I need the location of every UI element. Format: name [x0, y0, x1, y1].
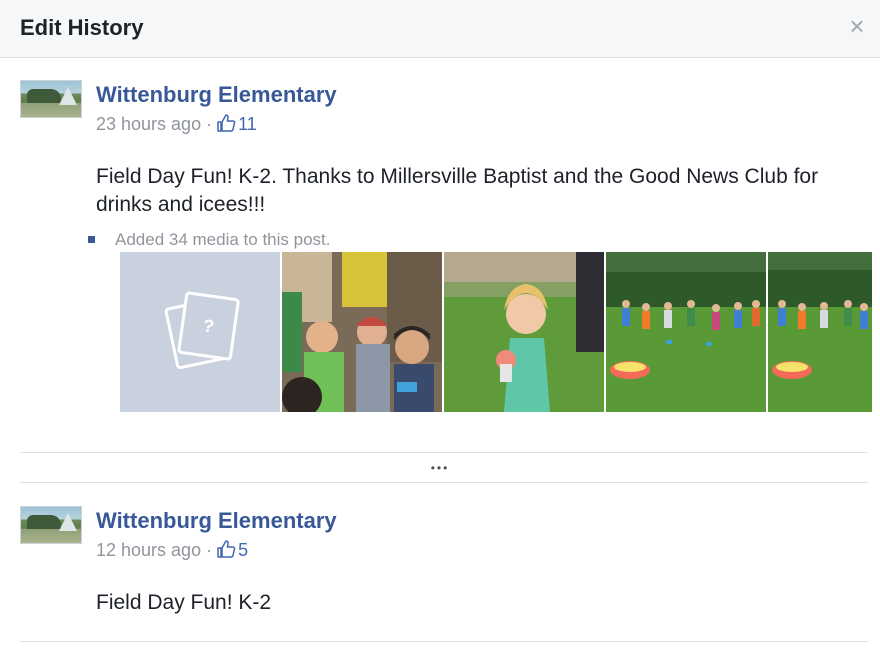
- media-photo-kids[interactable]: [282, 252, 442, 412]
- post-time[interactable]: 23 hours ago: [96, 114, 201, 134]
- dialog-header: Edit History ×: [0, 0, 880, 58]
- missing-photo-icon: ?: [164, 291, 240, 370]
- post-text: Field Day Fun! K-2. Thanks to Millersvil…: [96, 165, 819, 216]
- media-note-text: Added 34 media to this post.: [115, 230, 331, 249]
- post-time[interactable]: 12 hours ago: [96, 540, 201, 560]
- thumbs-up-icon: [216, 113, 236, 138]
- bullet-icon: [88, 236, 95, 243]
- like-count[interactable]: 5: [238, 540, 248, 560]
- thumbs-up-icon: [216, 539, 236, 564]
- avatar[interactable]: [20, 80, 82, 118]
- author-name[interactable]: Wittenburg Elementary: [96, 508, 337, 534]
- meta-separator: ·: [206, 540, 213, 560]
- revision-divider: [20, 482, 868, 483]
- avatar[interactable]: [20, 506, 82, 544]
- revision-divider: [20, 641, 868, 642]
- post-meta: 12 hours ago · 5: [96, 539, 248, 564]
- media-photo-field[interactable]: [606, 252, 766, 412]
- media-placeholder[interactable]: ?: [120, 252, 280, 412]
- close-icon[interactable]: ×: [846, 13, 868, 39]
- media-note: Added 34 media to this post.: [88, 230, 330, 250]
- media-photo-girl[interactable]: [444, 252, 604, 412]
- post-meta: 23 hours ago · 11: [96, 113, 257, 138]
- more-dots-icon[interactable]: •••: [420, 462, 460, 475]
- like-count[interactable]: 11: [238, 114, 257, 134]
- author-name[interactable]: Wittenburg Elementary: [96, 82, 337, 108]
- media-photo-field-2[interactable]: [768, 252, 872, 412]
- revision-divider: [20, 452, 868, 453]
- post-text: Field Day Fun! K-2: [96, 591, 272, 614]
- meta-separator: ·: [206, 114, 213, 134]
- dialog-title: Edit History: [20, 15, 144, 40]
- media-strip: ?: [120, 252, 872, 412]
